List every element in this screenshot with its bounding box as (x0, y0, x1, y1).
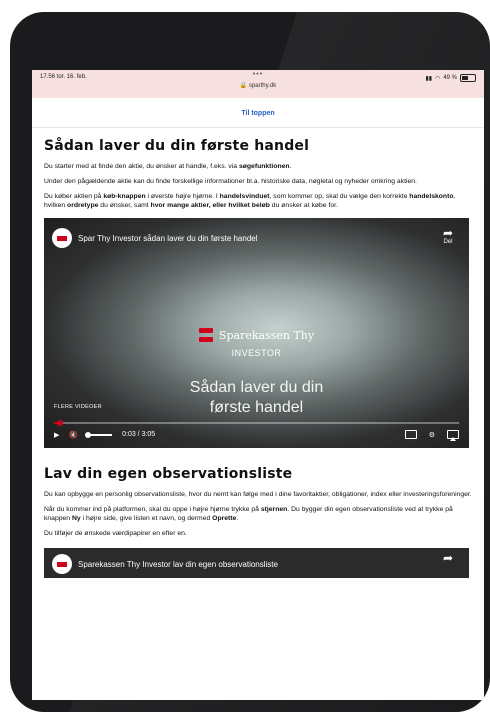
battery-percent: 49 % (443, 75, 457, 81)
brand-subtitle: INVESTOR (231, 348, 282, 358)
video-player-watchlist[interactable]: Sparekassen Thy Investor lav din egen ob… (44, 548, 469, 578)
settings-gear-icon[interactable]: ⚙ (429, 431, 435, 439)
channel-logo-icon[interactable] (52, 554, 72, 574)
article-content: Sådan laver du din første handel Du star… (32, 138, 484, 578)
section-watchlist: Lav din egen observationsliste Du kan op… (44, 466, 472, 578)
share-arrow-icon: ➦ (442, 226, 453, 240)
video-time: 0:03 / 3:05 (122, 431, 156, 438)
share-button[interactable]: ➦ (443, 552, 453, 564)
volume-slider[interactable] (85, 431, 113, 438)
video-player-first-trade[interactable]: Spar Thy Investor sådan laver du din før… (44, 218, 469, 448)
signal-icon: ▮▮ (425, 75, 433, 82)
airplay-icon[interactable] (447, 430, 459, 441)
paragraph-stock-info: Under den pågældende aktie kan du finde … (44, 178, 417, 185)
channel-logo-icon[interactable] (52, 228, 72, 248)
share-arrow-icon: ➦ (442, 551, 453, 565)
tab-dots-indicator[interactable]: ••• (32, 71, 484, 78)
video-progress-bar[interactable] (54, 420, 459, 426)
wifi-icon: ◠ (435, 75, 441, 82)
video-controls: ▶ 🔇 0:03 / 3:05 ⚙ (54, 430, 459, 441)
status-bar: 17.56 tor. 16. feb. ••• 🔒 sparthy.dk ▮▮ … (32, 70, 484, 98)
address-url: sparthy.dk (248, 83, 277, 89)
brand-name: Sparekassen Thy (218, 328, 315, 342)
share-button[interactable]: ➦ Del (443, 227, 453, 245)
paragraph-buy-stock: Du køber aktien på køb-knappen i øverste… (44, 193, 456, 209)
tablet-frame: 17.56 tor. 16. feb. ••• 🔒 sparthy.dk ▮▮ … (10, 12, 490, 712)
play-icon[interactable]: ▶ (54, 431, 59, 439)
browser-screen: 17.56 tor. 16. feb. ••• 🔒 sparthy.dk ▮▮ … (32, 70, 484, 700)
more-videos-button[interactable]: FLERE VIDEOER (54, 404, 102, 410)
video-overlay-title: Sådan laver du din første handel (189, 379, 324, 416)
video-title[interactable]: Spar Thy Investor sådan laver du din før… (78, 234, 258, 243)
video2-title[interactable]: Sparekassen Thy Investor lav din egen ob… (78, 560, 278, 569)
address-bar[interactable]: 🔒 sparthy.dk (32, 82, 484, 89)
captions-icon[interactable] (404, 430, 417, 439)
section-heading-first-trade: Sådan laver du din første handel (44, 138, 310, 154)
paragraph-watchlist-howto: Når du kommer ind på platformen, skal du… (44, 506, 453, 522)
share-label: Del (443, 239, 453, 245)
paragraph-find-stock: Du starter med at finde den aktie, du øn… (44, 163, 292, 170)
video-header: Spar Thy Investor sådan laver du din før… (52, 228, 258, 248)
video-brand: Sparekassen Thy INVESTOR (44, 328, 469, 358)
video2-header: Sparekassen Thy Investor lav din egen ob… (52, 554, 278, 574)
search-function-term: søgefunktionen (238, 163, 290, 170)
paragraph-watchlist-intro: Du kan opbygge en personlig observations… (44, 491, 472, 498)
paragraph-add-securities: Du tilføjer de ønskede værdipapirer en e… (44, 530, 187, 537)
status-icons: ▮▮ ◠ 49 % (425, 74, 476, 82)
section-heading-watchlist: Lav din egen observationsliste (44, 466, 293, 482)
mute-icon[interactable]: 🔇 (69, 431, 78, 439)
to-top-link[interactable]: Til toppen (32, 98, 484, 128)
battery-icon (460, 74, 476, 82)
sparekassen-logo-icon (198, 328, 213, 342)
